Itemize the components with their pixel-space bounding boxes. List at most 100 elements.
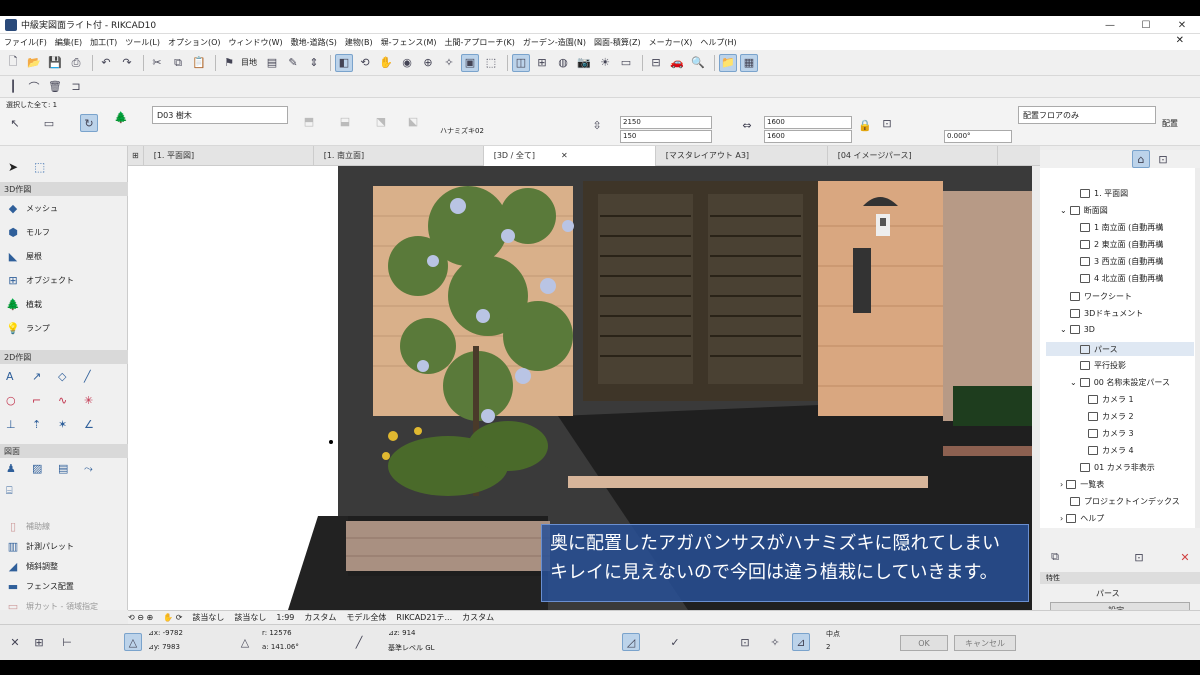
circle-tool-icon[interactable]: ○ xyxy=(6,394,32,407)
nav-item-schedules[interactable]: › 一覧表 xyxy=(1060,479,1104,490)
display-icon[interactable]: ▭ xyxy=(617,54,635,72)
light-icon[interactable]: ✧ xyxy=(440,54,458,72)
new-file-icon[interactable]: 🗋 xyxy=(4,54,22,72)
save-icon[interactable]: 💾 xyxy=(46,54,64,72)
width-a-field[interactable]: 1600 xyxy=(764,116,852,129)
tool-plant[interactable]: 🌲 植栽 xyxy=(6,298,42,311)
menu-options[interactable]: オプション(O) xyxy=(168,37,221,48)
tab-grid-icon[interactable]: ⊞ xyxy=(128,145,144,166)
menu-fence[interactable]: 塀-フェンス(M) xyxy=(381,37,437,48)
lock-icon[interactable]: 🔒 xyxy=(856,116,874,134)
tab-image-perspective[interactable]: [04 イメージパース] xyxy=(828,145,998,166)
scale-label[interactable]: 1:99 xyxy=(276,613,294,622)
sheet-tool-icon[interactable]: ▤ xyxy=(58,462,84,476)
camera-icon[interactable]: ⊕ xyxy=(419,54,437,72)
zoom-search-icon[interactable]: 🔍 xyxy=(689,54,707,72)
nav-item-west[interactable]: 3 西立面 (自動再構 xyxy=(1080,256,1163,267)
delta-y-value[interactable]: ⊿y: 7983 xyxy=(148,643,180,651)
spline-tool-icon[interactable]: ∿ xyxy=(58,394,84,407)
layer-dropdown[interactable]: D03 樹木 xyxy=(152,106,288,124)
nav-item-unnamed-perspective[interactable]: ⌄ 00 名称未設定パース xyxy=(1070,377,1170,388)
radius-value[interactable]: r: 12576 xyxy=(262,629,292,637)
snap-point-icon[interactable]: ⊡ xyxy=(736,633,754,651)
magic-wand-icon[interactable]: ✧ xyxy=(766,633,784,651)
nav-item-perspective[interactable]: パース xyxy=(1046,342,1194,356)
delta-icon[interactable]: △ xyxy=(124,633,142,651)
nav-item-north[interactable]: 4 北立面 (自動再構 xyxy=(1080,273,1163,284)
view-option-label[interactable]: 目地 xyxy=(241,57,257,68)
nav-item-section[interactable]: ⌄ 断面図 xyxy=(1060,205,1108,216)
polar-icon[interactable]: △ xyxy=(236,633,254,651)
check-icon[interactable]: ✓ xyxy=(666,633,684,651)
panel-close-icon[interactable]: ✕ xyxy=(1176,548,1194,566)
close-coords-icon[interactable]: ✕ xyxy=(6,633,24,651)
angle-tool-icon[interactable]: ∠ xyxy=(84,418,110,431)
nav-item-parallel[interactable]: 平行投影 xyxy=(1080,360,1126,371)
origin-icon[interactable]: ⊢ xyxy=(58,633,76,651)
orbit-icon[interactable]: ⟲ xyxy=(356,54,374,72)
close-button[interactable]: ✕ xyxy=(1164,16,1200,34)
arrow-select-icon[interactable]: ↖ xyxy=(6,114,24,132)
walk-icon[interactable]: ✋ xyxy=(377,54,395,72)
doc-close-icon[interactable]: ✕ xyxy=(1176,35,1184,46)
floor-dropdown[interactable]: 配置フロアのみ xyxy=(1018,106,1156,124)
tab-floor-plan[interactable]: [1. 平面図] xyxy=(144,145,314,166)
snap-mode[interactable]: 中点 xyxy=(826,629,840,639)
folder-highlight-icon[interactable]: 📁 xyxy=(719,53,737,72)
width-b-field[interactable]: 1600 xyxy=(764,130,852,143)
model-label[interactable]: モデル全体 xyxy=(346,612,386,623)
nav-item-south[interactable]: 1 南立面 (自動再構 xyxy=(1080,222,1163,233)
custom-label-2[interactable]: カスタム xyxy=(462,612,494,623)
render-icon[interactable]: ◍ xyxy=(554,54,572,72)
cut-icon[interactable]: ✂ xyxy=(148,54,166,72)
guide-line-icon[interactable]: ◿ xyxy=(622,633,640,651)
preview-icon[interactable]: ⊡ xyxy=(878,114,896,132)
menu-file[interactable]: ファイル(F) xyxy=(4,37,47,48)
tool-mesh[interactable]: ◆ メッシュ xyxy=(6,202,58,215)
copy-icon[interactable]: ⧉ xyxy=(169,54,187,72)
angle-value[interactable]: a: 141.06° xyxy=(262,643,299,651)
nav-item-3d[interactable]: ⌄ 3D xyxy=(1060,325,1095,334)
undo-zoom-icon[interactable]: ⟲ ⊖ ⊕ xyxy=(128,613,153,622)
open-file-icon[interactable]: 📂 xyxy=(25,54,43,72)
snap-icon[interactable]: ◫ xyxy=(512,53,530,72)
angle-field[interactable]: 0.000° xyxy=(944,130,1012,143)
organizer-icon[interactable]: ⧉ xyxy=(1046,548,1064,566)
tab-3d-all[interactable]: [3D / 全て] ✕ xyxy=(483,145,656,166)
nav-item-east[interactable]: 2 東立面 (自動再構 xyxy=(1080,239,1163,250)
dim-tool-icon[interactable]: ⊥ xyxy=(6,418,32,431)
tab-close-icon[interactable]: ✕ xyxy=(561,151,568,160)
sun-icon[interactable]: ☀ xyxy=(596,54,614,72)
menu-help[interactable]: ヘルプ(H) xyxy=(700,37,736,48)
polyline-tool-icon[interactable]: ⌐ xyxy=(32,394,58,407)
nav-item-project-index[interactable]: プロジェクトインデックス xyxy=(1070,496,1180,507)
look-icon[interactable]: ◉ xyxy=(398,54,416,72)
redo-view-label[interactable]: 該当なし xyxy=(234,612,266,623)
nav-item-worksheet[interactable]: ワークシート xyxy=(1070,291,1132,302)
radial-tool-icon[interactable]: ✶ xyxy=(58,418,84,431)
view-map-icon[interactable]: ⊡ xyxy=(1154,150,1172,168)
menu-garden[interactable]: ガーデン-造園(N) xyxy=(523,37,586,48)
text-tool-icon[interactable]: A xyxy=(6,370,32,383)
settings-view-icon[interactable]: ⊡ xyxy=(1130,548,1148,566)
nav-item-camera-3[interactable]: カメラ 3 xyxy=(1088,428,1134,439)
snap-divisions[interactable]: 2 xyxy=(826,643,830,651)
tab-south-elevation[interactable]: [1. 南立面] xyxy=(314,145,484,166)
delta-x-value[interactable]: ⊿x: -9782 xyxy=(148,629,183,637)
pen-icon[interactable]: ✎ xyxy=(284,54,302,72)
pan-icon[interactable]: ✋ ⟳ xyxy=(163,613,182,622)
detail-tool-icon[interactable]: ⌸ xyxy=(6,484,32,498)
menu-process[interactable]: 加工(T) xyxy=(90,37,117,48)
print-icon[interactable]: ⎙ xyxy=(67,54,85,72)
project-map-icon[interactable]: ⌂ xyxy=(1132,150,1150,168)
hotspot-tool-icon[interactable]: ✳ xyxy=(84,394,110,407)
pointer-icon[interactable]: ⚑ xyxy=(220,54,238,72)
section-3d-header[interactable]: 3D作図 xyxy=(0,182,128,196)
measure-icon[interactable]: ⊿ xyxy=(792,633,810,651)
nav-item-camera-hidden[interactable]: 01 カメラ非表示 xyxy=(1080,462,1155,473)
fill-tool-icon[interactable]: ◇ xyxy=(58,370,84,383)
nav-item-floor-plan[interactable]: 1. 平面図 xyxy=(1080,188,1128,199)
height-bottom-field[interactable]: 150 xyxy=(620,130,712,143)
tool-morph[interactable]: ⬢ モルフ xyxy=(6,226,50,239)
ok-button[interactable]: OK xyxy=(900,635,948,651)
